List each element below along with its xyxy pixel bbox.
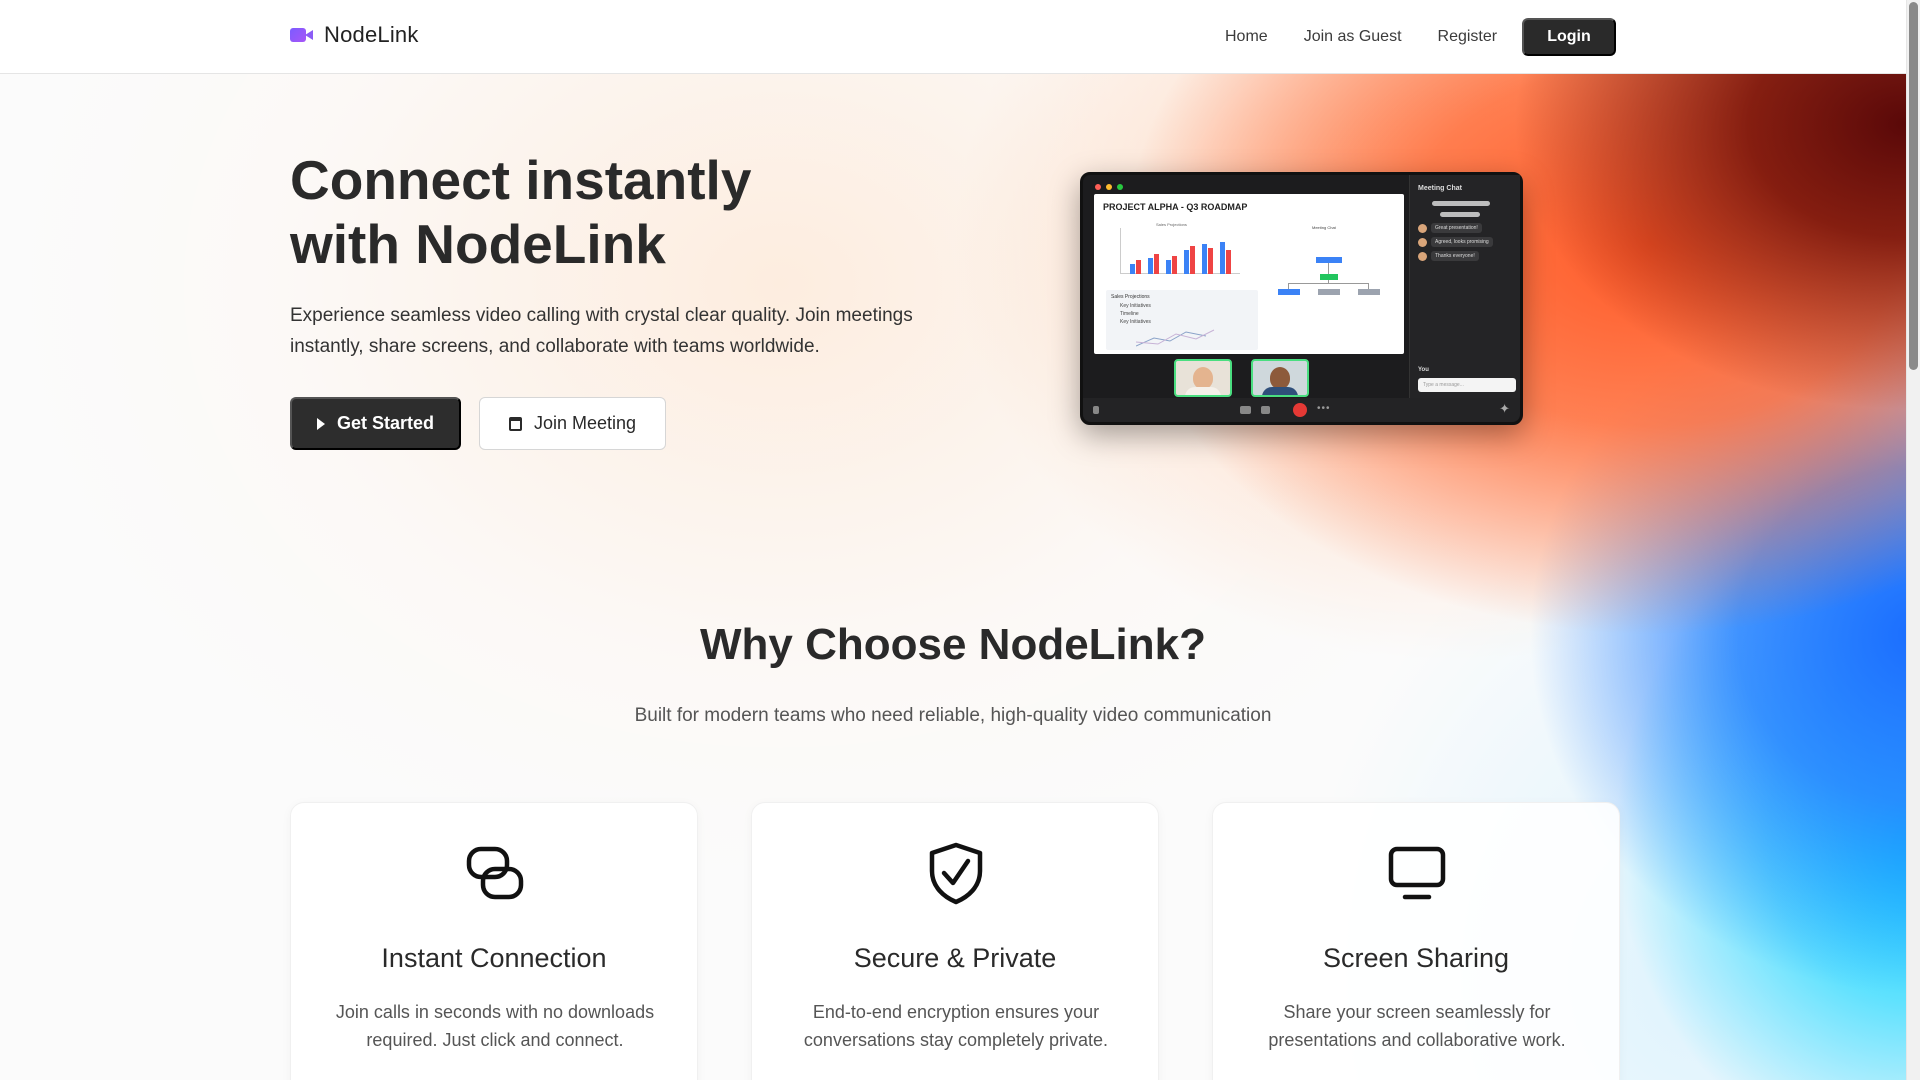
- hero-title-line1: Connect instantly: [290, 149, 752, 211]
- video-call-mockup: PROJECT ALPHA - Q3 ROADMAP Sales Project…: [1080, 172, 1523, 425]
- chart-bar: [1220, 242, 1225, 274]
- chat-title: Meeting Chat: [1418, 185, 1462, 192]
- get-started-button[interactable]: Get Started: [290, 397, 461, 450]
- chart-bar: [1190, 246, 1195, 274]
- more-options-icon[interactable]: •••: [1317, 403, 1331, 414]
- chart-bar: [1166, 260, 1171, 274]
- chart-bar: [1136, 260, 1141, 274]
- chat-input[interactable]: Type a message...: [1418, 378, 1516, 392]
- join-meeting-label: Join Meeting: [533, 413, 637, 433]
- chat-you-label: You: [1418, 367, 1429, 373]
- feature-description: End-to-end encryption ensures your conve…: [803, 1002, 1109, 1050]
- end-call-icon[interactable]: [1293, 403, 1307, 417]
- chart-bar: [1226, 250, 1231, 274]
- feature-title: Screen Sharing: [1322, 943, 1510, 973]
- nav-link-join-as-guest[interactable]: Join as Guest: [1304, 28, 1402, 46]
- page-scrollbar[interactable]: [1906, 0, 1920, 1080]
- chat-message: Great presentation!: [1418, 223, 1482, 233]
- nav-link-home[interactable]: Home: [1225, 28, 1268, 46]
- notes-bullet: Timeline: [1120, 311, 1139, 317]
- chart-bar: [1130, 264, 1135, 274]
- feature-title: Secure & Private: [853, 943, 1057, 973]
- shared-slide: PROJECT ALPHA - Q3 ROADMAP Sales Project…: [1094, 194, 1404, 354]
- avatar: [1418, 223, 1427, 233]
- feature-description: Share your screen seamlessly for present…: [1268, 1002, 1566, 1050]
- participant-avatar: [1193, 367, 1213, 389]
- camera-icon[interactable]: [1240, 406, 1251, 414]
- brand-logo[interactable]: NodeLink: [290, 22, 419, 48]
- chart-bar: [1154, 254, 1159, 274]
- chart-bar: [1208, 248, 1213, 274]
- window-controls: [1095, 184, 1123, 190]
- nav-links: Home Join as Guest Register: [1225, 28, 1533, 46]
- calendar-icon: [508, 416, 522, 431]
- feature-card-screen-sharing: Screen Sharing Share your screen seamles…: [1212, 802, 1620, 1080]
- play-icon: [316, 417, 325, 430]
- chat-message: Agreed, looks promising: [1418, 237, 1493, 247]
- login-button[interactable]: Login: [1522, 18, 1616, 56]
- brand-name: NodeLink: [324, 22, 419, 47]
- get-started-label: Get Started: [336, 413, 435, 433]
- chart-caption: Sales Projections: [1156, 222, 1187, 227]
- feature-title: Instant Connection: [381, 943, 607, 973]
- scrollbar-thumb[interactable]: [1909, 2, 1918, 370]
- sparkle-icon[interactable]: ✦: [1499, 401, 1510, 417]
- chart-bar: [1184, 250, 1189, 274]
- microphone-icon[interactable]: [1093, 406, 1099, 414]
- join-meeting-button[interactable]: Join Meeting: [479, 397, 666, 450]
- feature-card-instant-connection: Instant Connection Join calls in seconds…: [290, 802, 698, 1080]
- feature-card-secure-private: Secure & Private End-to-end encryption e…: [751, 802, 1159, 1080]
- chart-bar: [1148, 258, 1153, 274]
- hero-subtitle: Experience seamless video calling with c…: [290, 305, 913, 357]
- org-title: Meeting Chat: [1312, 225, 1336, 230]
- chat-message: Thanks everyone!: [1418, 251, 1479, 261]
- notes-bullet: Key Initiatives: [1120, 303, 1151, 309]
- screen-share-icon[interactable]: [1261, 406, 1270, 414]
- chart-bar: [1172, 256, 1177, 274]
- call-controls-bar: ••• ✦: [1083, 398, 1520, 422]
- video-camera-icon: [290, 26, 314, 44]
- close-dot-icon: [1095, 184, 1101, 190]
- why-section-subtitle: Built for modern teams who need reliable…: [634, 705, 1272, 726]
- slide-org-chart: Meeting Chat: [1264, 219, 1394, 319]
- hero-title-line2: with NodeLink: [290, 213, 666, 275]
- link-icon: [466, 846, 524, 900]
- participant-tile[interactable]: [1174, 359, 1232, 397]
- hero-title: Connect instantly with NodeLink: [290, 148, 751, 276]
- feature-description: Join calls in seconds with no downloads …: [335, 1002, 655, 1050]
- maximize-dot-icon: [1117, 184, 1123, 190]
- slide-notes-box: Sales Projections Key Initiatives Timeli…: [1106, 290, 1258, 350]
- slide-title: PROJECT ALPHA - Q3 ROADMAP: [1103, 202, 1248, 212]
- why-section-title: Why Choose NodeLink?: [700, 620, 1206, 669]
- meeting-chat-panel: Meeting Chat Great presentation! Agreed,…: [1409, 175, 1520, 401]
- slide-bar-chart: Sales Projections: [1106, 222, 1246, 284]
- avatar: [1418, 237, 1427, 247]
- monitor-icon: [1388, 846, 1446, 900]
- participant-tile[interactable]: [1251, 359, 1309, 397]
- chart-bar: [1202, 244, 1207, 274]
- avatar: [1418, 251, 1427, 261]
- notes-title: Sales Projections: [1111, 294, 1150, 300]
- minimize-dot-icon: [1106, 184, 1112, 190]
- line-sketch: [1136, 329, 1215, 347]
- shield-check-icon: [929, 842, 983, 905]
- nav-link-register[interactable]: Register: [1438, 28, 1498, 46]
- participant-avatar: [1270, 367, 1290, 389]
- top-navbar: NodeLink Home Join as Guest Register Log…: [0, 0, 1906, 74]
